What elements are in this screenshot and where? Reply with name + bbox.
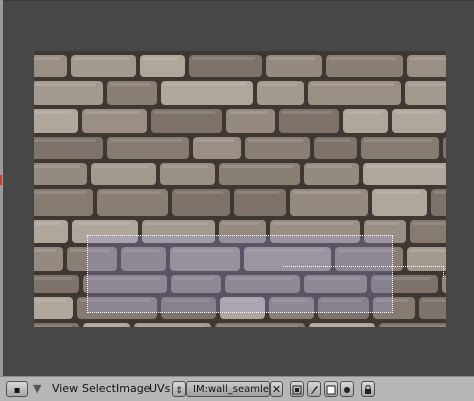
uv-image-editor-icon: ▪: [13, 385, 21, 396]
record-icon[interactable]: [324, 381, 338, 397]
unlink-icon[interactable]: ✕: [270, 381, 283, 397]
pin-icon[interactable]: [290, 381, 304, 397]
brush-icon[interactable]: [307, 381, 321, 397]
uv-selection-edge[interactable]: [283, 266, 444, 277]
lock-icon[interactable]: [361, 381, 375, 397]
header-toolbar: ▪ ▼ View Select Image UVs ⇕ IM:wall_seam…: [0, 376, 474, 401]
menu-uvs[interactable]: UVs: [147, 381, 172, 397]
image-name-field[interactable]: IM:wall_seamless.jpg: [186, 381, 270, 397]
triangle-down-icon[interactable]: ▼: [33, 381, 45, 397]
menu-view[interactable]: View: [50, 381, 80, 397]
record-dot-icon[interactable]: [340, 381, 354, 397]
edge-marker: [0, 175, 2, 185]
menu-select[interactable]: Select: [80, 381, 118, 397]
uv-image-viewport[interactable]: [3, 0, 474, 377]
browse-icon: ⇕: [175, 386, 183, 396]
image-browse-button[interactable]: ⇕: [172, 381, 186, 397]
editor-type-button[interactable]: ▪: [6, 381, 28, 397]
